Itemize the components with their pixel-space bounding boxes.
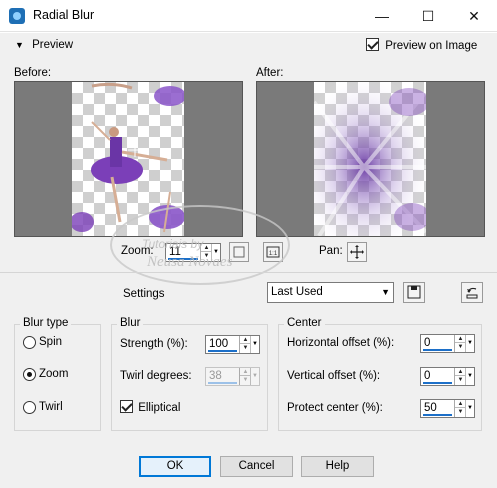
watermark-line2: Neusa Novaes (147, 254, 233, 270)
protect-center-spinner[interactable]: 50 ▲ ▼ ▼ (420, 399, 475, 418)
chevron-down-icon: ▼ (15, 40, 24, 50)
save-icon (407, 285, 421, 299)
preset-value: Last Used (271, 286, 323, 298)
radio-spin[interactable] (23, 336, 36, 349)
strength-spinner[interactable]: 100 ▲ ▼ ▼ (205, 335, 260, 354)
checkbox-icon[interactable] (366, 38, 379, 51)
minimize-button[interactable]: — (359, 0, 405, 32)
ok-button[interactable]: OK (139, 456, 211, 477)
watermark-line1: Tutoriais by (142, 237, 204, 251)
preset-dropdown[interactable]: Last Used ▼ (267, 282, 394, 303)
blur-title: Blur (117, 317, 144, 329)
dropdown-icon: ▼ (250, 368, 259, 385)
after-image (312, 82, 430, 238)
app-icon (9, 8, 25, 24)
save-preset-button[interactable] (403, 282, 425, 303)
after-label: After: (256, 67, 284, 79)
elliptical-checkbox[interactable]: Elliptical (120, 400, 180, 414)
horizontal-offset-underline (423, 349, 452, 351)
radio-twirl[interactable] (23, 401, 36, 414)
preview-on-image-label: Preview on Image (385, 40, 478, 52)
pan-label: Pan: (319, 245, 343, 257)
elliptical-label: Elliptical (138, 402, 181, 414)
horizontal-offset-arrows[interactable]: ▲ ▼ ▼ (454, 335, 474, 352)
title-bar: Radial Blur — ☐ ✕ (0, 0, 497, 32)
pan-button[interactable] (347, 242, 367, 262)
preview-on-image-checkbox[interactable]: Preview on Image (366, 38, 477, 52)
center-title: Center (284, 317, 325, 329)
twirl-label: Twirl degrees: (120, 370, 192, 382)
reset-icon (466, 287, 478, 299)
twirl-arrows: ▲ ▼ ▼ (239, 368, 259, 385)
protect-center-arrows[interactable]: ▲ ▼ ▼ (454, 400, 474, 417)
strength-arrows[interactable]: ▲ ▼ ▼ (239, 336, 259, 353)
radio-twirl-label[interactable]: Twirl (39, 401, 63, 413)
protect-center-underline (423, 414, 452, 416)
horizontal-offset-spinner[interactable]: 0 ▲ ▼ ▼ (420, 334, 475, 353)
dropdown-icon[interactable]: ▼ (465, 400, 474, 417)
dialog-body: ▼ Preview Preview on Image Before: After… (0, 33, 497, 488)
maximize-button[interactable]: ☐ (405, 0, 451, 32)
pan-icon (350, 245, 364, 259)
divider (0, 272, 497, 273)
dropdown-icon[interactable]: ▼ (250, 336, 259, 353)
protect-center-value[interactable]: 50 (424, 402, 437, 414)
checkbox-icon[interactable] (120, 400, 133, 413)
radio-zoom-label[interactable]: Zoom (39, 368, 68, 380)
chevron-down-icon: ▼ (381, 287, 390, 297)
close-button[interactable]: ✕ (451, 0, 497, 32)
horizontal-offset-label: Horizontal offset (%): (287, 337, 395, 349)
vertical-offset-arrows[interactable]: ▲ ▼ ▼ (454, 368, 474, 385)
help-button[interactable]: Help (301, 456, 374, 477)
vertical-offset-value[interactable]: 0 (424, 370, 430, 382)
before-label: Before: (14, 67, 52, 79)
protect-center-label: Protect center (%): (287, 402, 383, 414)
watermark: Tutoriais by Neusa Novaes (110, 205, 290, 285)
preview-toggle-label: Preview (32, 39, 74, 51)
radio-spin-label[interactable]: Spin (39, 336, 62, 348)
reset-button[interactable] (461, 282, 483, 303)
twirl-underline (208, 382, 237, 384)
strength-label: Strength (%): (120, 338, 188, 350)
blurred-image (312, 82, 430, 238)
window-title: Radial Blur (33, 8, 95, 22)
after-preview[interactable] (256, 81, 485, 238)
strength-value[interactable]: 100 (209, 338, 228, 350)
twirl-value: 38 (209, 370, 222, 382)
cancel-button[interactable]: Cancel (220, 456, 293, 477)
twirl-spinner: 38 ▲ ▼ ▼ (205, 367, 260, 386)
preview-toggle[interactable]: ▼ Preview (15, 39, 73, 51)
settings-label: Settings (123, 288, 165, 300)
horizontal-offset-value[interactable]: 0 (424, 337, 430, 349)
dropdown-icon[interactable]: ▼ (465, 335, 474, 352)
dropdown-icon[interactable]: ▼ (465, 368, 474, 385)
radio-zoom[interactable] (23, 368, 36, 381)
vertical-offset-label: Vertical offset (%): (287, 370, 381, 382)
vertical-offset-spinner[interactable]: 0 ▲ ▼ ▼ (420, 367, 475, 386)
strength-underline (208, 350, 237, 352)
blur-type-title: Blur type (20, 317, 72, 329)
vertical-offset-underline (423, 382, 452, 384)
